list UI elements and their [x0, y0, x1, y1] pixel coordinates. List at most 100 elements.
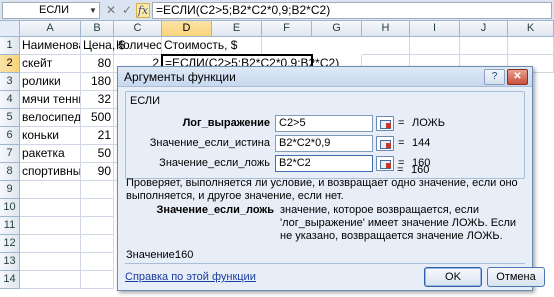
cell-b13[interactable]	[81, 253, 114, 271]
arg-result-2: 144	[412, 137, 431, 149]
overall-eq: =	[397, 164, 404, 176]
formula-buttons: ✕ ✓ fx	[104, 2, 150, 19]
cancel-formula-icon[interactable]: ✕	[104, 3, 118, 18]
column-header-a[interactable]: A	[20, 21, 81, 37]
arg-label-logical-test: Лог_выражение	[182, 117, 270, 129]
cell-d1[interactable]: Стоимость, $	[162, 37, 262, 55]
row-header-3[interactable]: 3	[0, 73, 20, 91]
collapse-dialog-icon[interactable]	[376, 116, 394, 131]
collapse-dialog-icon[interactable]	[376, 156, 394, 171]
cell-h1[interactable]	[362, 37, 410, 55]
row-header-7[interactable]: 7	[0, 145, 20, 163]
cell-b10[interactable]	[81, 199, 114, 217]
cell-b14[interactable]	[81, 271, 114, 289]
row-header-4[interactable]: 4	[0, 91, 20, 109]
column-header-b[interactable]: B	[81, 21, 114, 37]
row-header-8[interactable]: 8	[0, 163, 20, 181]
function-arguments-dialog: Аргументы функции ? ✕ ЕСЛИ Лог_выражение…	[117, 66, 545, 291]
row-header-9[interactable]: 9	[0, 181, 20, 199]
cell-b8[interactable]: 90	[81, 163, 114, 181]
cell-i1[interactable]	[410, 37, 460, 55]
value-label: Значение:	[126, 249, 178, 261]
row-header-14[interactable]: 14	[0, 271, 20, 289]
arg-result-1: ЛОЖЬ	[412, 117, 445, 129]
column-header-c[interactable]: C	[114, 21, 162, 37]
cell-a4[interactable]: мячи теннисные	[20, 91, 81, 109]
cell-a2[interactable]: скейт	[20, 55, 81, 73]
row-header-5[interactable]: 5	[0, 109, 20, 127]
cell-a7[interactable]: ракетка	[20, 145, 81, 163]
cell-a12[interactable]	[20, 235, 81, 253]
close-icon[interactable]: ✕	[507, 69, 528, 85]
formula-input[interactable]: =ЕСЛИ(C2>5;B2*C2*0,9;B2*C2)	[152, 2, 552, 19]
column-header-f[interactable]: F	[262, 21, 312, 37]
excel-window: ЕСЛИ ▼ ✕ ✓ fx =ЕСЛИ(C2>5;B2*C2*0,9;B2*C2…	[0, 0, 554, 297]
overall-result: 160	[411, 164, 430, 176]
cell-a13[interactable]	[20, 253, 81, 271]
column-header-k[interactable]: K	[508, 21, 554, 37]
cell-a6[interactable]: коньки	[20, 127, 81, 145]
row-header-10[interactable]: 10	[0, 199, 20, 217]
value-if-false-input[interactable]: B2*C2	[275, 155, 373, 172]
arg-eq-2: =	[398, 137, 405, 149]
arg-eq-1: =	[398, 117, 405, 129]
insert-function-icon[interactable]: fx	[136, 3, 150, 18]
chevron-down-icon[interactable]: ▼	[87, 3, 99, 18]
column-header-h[interactable]: H	[362, 21, 410, 37]
cell-b12[interactable]	[81, 235, 114, 253]
cell-a9[interactable]	[20, 181, 81, 199]
select-all-corner[interactable]	[0, 21, 20, 37]
cell-b5[interactable]: 500	[81, 109, 114, 127]
cell-k1[interactable]	[508, 37, 554, 55]
arg-label-value-if-false: Значение_если_ложь	[159, 157, 270, 169]
cell-c1[interactable]: Количество	[114, 37, 162, 55]
dialog-title: Аргументы функции	[124, 70, 236, 84]
logical-test-input[interactable]: C2>5	[275, 115, 373, 132]
arg-label-value-if-true: Значение_если_истина	[149, 137, 270, 149]
cell-a14[interactable]	[20, 271, 81, 289]
dialog-titlebar[interactable]: Аргументы функции ? ✕	[118, 67, 532, 87]
dialog-divider	[125, 263, 525, 264]
cell-b9[interactable]	[81, 181, 114, 199]
formula-bar: ЕСЛИ ▼ ✕ ✓ fx =ЕСЛИ(C2>5;B2*C2*0,9;B2*C2…	[0, 0, 554, 21]
cell-b2[interactable]: 80	[81, 55, 114, 73]
cell-b7[interactable]: 50	[81, 145, 114, 163]
row-header-12[interactable]: 12	[0, 235, 20, 253]
cell-b3[interactable]: 180	[81, 73, 114, 91]
cell-a3[interactable]: ролики	[20, 73, 81, 91]
function-description: Проверяет, выполняется ли условие, и воз…	[126, 177, 518, 202]
row-header-13[interactable]: 13	[0, 253, 20, 271]
help-link[interactable]: Справка по этой функции	[125, 271, 256, 283]
help-button[interactable]: ?	[484, 69, 505, 85]
row-header-2[interactable]: 2	[0, 55, 20, 73]
cell-b6[interactable]: 21	[81, 127, 114, 145]
arguments-group: ЕСЛИ Лог_выражение C2>5 = ЛОЖЬ Значение_…	[125, 91, 525, 179]
name-box-value: ЕСЛИ	[39, 4, 70, 16]
column-header-g[interactable]: G	[312, 21, 362, 37]
cell-b11[interactable]	[81, 217, 114, 235]
cell-j1[interactable]	[460, 37, 508, 55]
value-if-true-input[interactable]: B2*C2*0,9	[275, 135, 373, 152]
ok-button[interactable]: OK	[424, 267, 482, 287]
cell-a11[interactable]	[20, 217, 81, 235]
column-header-j[interactable]: J	[460, 21, 508, 37]
row-header-1[interactable]: 1	[0, 37, 20, 55]
row-header-11[interactable]: 11	[0, 217, 20, 235]
column-header-e[interactable]: E	[212, 21, 262, 37]
enter-formula-icon[interactable]: ✓	[120, 3, 134, 18]
collapse-dialog-icon[interactable]	[376, 136, 394, 151]
cell-b4[interactable]: 32	[81, 91, 114, 109]
current-arg-description: значение, которое возвращается, если 'ло…	[280, 204, 517, 242]
cell-a5[interactable]: велосипед	[20, 109, 81, 127]
cell-a8[interactable]: спортивный костюм	[20, 163, 81, 181]
row-header-6[interactable]: 6	[0, 127, 20, 145]
column-header-d[interactable]: D	[162, 21, 212, 37]
name-box[interactable]: ЕСЛИ ▼	[2, 2, 100, 19]
value-result: 160	[175, 249, 194, 261]
cell-a1[interactable]: Наименование	[20, 37, 81, 55]
cell-a10[interactable]	[20, 199, 81, 217]
cancel-button[interactable]: Отмена	[487, 267, 545, 287]
group-title: ЕСЛИ	[130, 95, 161, 107]
cell-b1[interactable]: Цена, $	[81, 37, 125, 55]
column-header-i[interactable]: I	[410, 21, 460, 37]
